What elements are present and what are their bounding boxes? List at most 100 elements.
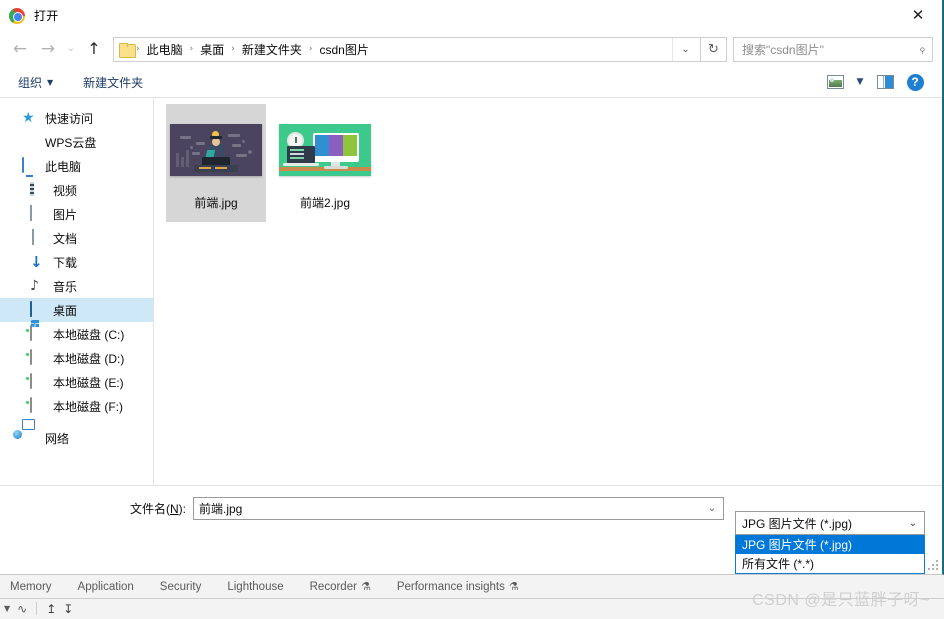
file-list[interactable]: 前端.jpg 前端2.jpg [154, 98, 942, 485]
view-mode-button[interactable] [820, 70, 850, 94]
filename-label-pre: 文件名( [129, 502, 170, 516]
devtools-tab-performance-insights[interactable]: Performance insights ⚗ [397, 580, 519, 593]
sidebar-item-network[interactable]: 网络 [0, 426, 153, 450]
close-icon[interactable]: ✕ [896, 0, 940, 30]
chevron-down-icon[interactable]: ⌄ [672, 37, 698, 61]
filename-label: 文件名(N): [0, 500, 193, 517]
chrome-icon [9, 7, 25, 24]
dialog-body: ★ 快速访问 WPS云盘 此电脑 视频 图片 文档 ↓ 下载 ♪ 音乐 桌面 本… [0, 98, 942, 485]
filetype-combobox[interactable]: JPG 图片文件 (*.jpg) ⌄ [735, 511, 925, 535]
star-icon: ★ [22, 110, 35, 126]
breadcrumb-item-2[interactable]: 新建文件夹 [235, 41, 309, 58]
filename-value: 前端.jpg [199, 502, 243, 516]
flask-icon: ⚗ [360, 580, 371, 593]
sidebar-item-label: 视频 [53, 183, 78, 198]
sidebar-item-drive-c[interactable]: 本地磁盘 (C:) [0, 322, 153, 346]
tab-label: Lighthouse [227, 580, 284, 593]
breadcrumb-item-1[interactable]: 桌面 [193, 41, 231, 58]
devtools-tab-memory[interactable]: Memory [10, 581, 52, 593]
upload-icon[interactable]: ↥ [46, 602, 56, 616]
chevron-down-icon[interactable]: ⌄ [703, 503, 721, 514]
tab-label: Application [77, 580, 134, 593]
filetype-value: JPG 图片文件 (*.jpg) [742, 516, 853, 531]
sidebar-item-label: 本地磁盘 (D:) [53, 351, 125, 366]
chevron-down-icon[interactable]: ▼ [4, 604, 10, 613]
download-icon[interactable]: ↧ [63, 602, 73, 616]
recent-locations-button[interactable]: ⌄ [62, 35, 80, 63]
computer-icon [22, 157, 38, 174]
filetype-option-jpg[interactable]: JPG 图片文件 (*.jpg) [736, 535, 924, 554]
video-icon [30, 182, 46, 198]
sidebar-item-music[interactable]: ♪ 音乐 [0, 274, 153, 298]
filetype-option-all[interactable]: 所有文件 (*.*) [736, 554, 924, 573]
open-file-dialog: 打开 ✕ ← → ⌄ ↑ › 此电脑 › 桌面 › 新建文件夹 › csdn图片 [0, 0, 944, 575]
search-placeholder: 搜索"csdn图片" [742, 42, 824, 57]
sidebar-item-drive-e[interactable]: 本地磁盘 (E:) [0, 370, 153, 394]
new-folder-label: 新建文件夹 [83, 75, 144, 90]
screen: 打开 ✕ ← → ⌄ ↑ › 此电脑 › 桌面 › 新建文件夹 › csdn图片 [0, 0, 944, 619]
sidebar-item-label: 本地磁盘 (C:) [53, 327, 125, 342]
breadcrumb-item-3[interactable]: csdn图片 [312, 41, 375, 58]
forward-button[interactable]: → [34, 35, 62, 63]
sidebar-item-label: WPS云盘 [45, 135, 97, 150]
filetype-dropdown-list[interactable]: JPG 图片文件 (*.jpg) 所有文件 (*.*) [735, 535, 925, 574]
sidebar-item-pictures[interactable]: 图片 [0, 202, 153, 226]
chevron-down-icon: ▼ [856, 77, 864, 87]
chevron-down-icon: ▼ [47, 77, 54, 87]
sidebar-item-drive-f[interactable]: 本地磁盘 (F:) [0, 394, 153, 418]
tab-label: Security [159, 580, 202, 593]
navigation-bar: ← → ⌄ ↑ › 此电脑 › 桌面 › 新建文件夹 › csdn图片 ⌄ ↻ [0, 31, 942, 67]
refresh-button[interactable]: ↻ [700, 36, 727, 62]
divider [36, 602, 38, 615]
throttling-icon[interactable]: ∿ [17, 602, 27, 616]
folder-icon [119, 42, 136, 58]
tab-label: Recorder [309, 580, 357, 593]
downloads-icon: ↓ [30, 253, 43, 271]
drive-windows-icon [30, 325, 46, 342]
breadcrumb-item-0[interactable]: 此电脑 [140, 41, 190, 58]
drive-icon [30, 349, 46, 366]
file-thumbnail [168, 108, 264, 192]
file-item-0[interactable]: 前端.jpg [166, 104, 266, 222]
preview-pane-button[interactable] [870, 70, 900, 94]
tab-label: Memory [10, 580, 52, 593]
sidebar-item-label: 音乐 [53, 279, 78, 294]
view-mode-icon [826, 75, 844, 89]
drive-icon [30, 373, 46, 390]
filename-label-post: ): [178, 502, 186, 516]
sidebar-item-label: 桌面 [53, 303, 78, 318]
view-mode-dropdown[interactable]: ▼ [850, 70, 870, 94]
back-button[interactable]: ← [6, 35, 34, 63]
help-button[interactable]: ? [900, 70, 930, 94]
devtools-tab-recorder[interactable]: Recorder ⚗ [310, 580, 371, 593]
monitor-illustration-icon [279, 124, 371, 176]
sidebar-item-documents[interactable]: 文档 [0, 226, 153, 250]
chevron-down-icon[interactable]: ⌄ [904, 518, 922, 529]
sidebar-item-label: 文档 [53, 231, 78, 246]
devtools-tab-security[interactable]: Security [160, 581, 202, 593]
sidebar-item-quick-access[interactable]: ★ 快速访问 [0, 106, 153, 130]
filename-input[interactable]: 前端.jpg ⌄ [193, 497, 724, 520]
up-button[interactable]: ↑ [80, 35, 108, 63]
sidebar-item-videos[interactable]: 视频 [0, 178, 153, 202]
documents-icon [30, 229, 46, 246]
devtools-tab-application[interactable]: Application [78, 581, 134, 593]
command-bar-right: ▼ ? [820, 70, 942, 94]
sidebar-item-desktop[interactable]: 桌面 [0, 298, 153, 322]
developer-illustration-icon [170, 124, 262, 176]
sidebar-item-drive-d[interactable]: 本地磁盘 (D:) [0, 346, 153, 370]
resize-grip[interactable] [927, 559, 938, 570]
organize-button[interactable]: 组织 ▼ [18, 74, 53, 91]
cloud-icon [22, 134, 38, 150]
file-item-1[interactable]: 前端2.jpg [275, 104, 375, 222]
address-bar[interactable]: › 此电脑 › 桌面 › 新建文件夹 › csdn图片 ⌄ [113, 36, 701, 62]
sidebar-item-this-pc[interactable]: 此电脑 [0, 154, 153, 178]
sidebar-item-label: 本地磁盘 (F:) [53, 399, 123, 414]
sidebar-item-downloads[interactable]: ↓ 下载 [0, 250, 153, 274]
devtools-tab-lighthouse[interactable]: Lighthouse [227, 581, 283, 593]
new-folder-button[interactable]: 新建文件夹 [83, 74, 143, 91]
help-icon: ? [906, 73, 924, 91]
sidebar-item-label: 网络 [45, 431, 70, 446]
sidebar-item-wps-cloud[interactable]: WPS云盘 [0, 130, 153, 154]
search-input[interactable]: 搜索"csdn图片" ⌕ [733, 36, 933, 62]
